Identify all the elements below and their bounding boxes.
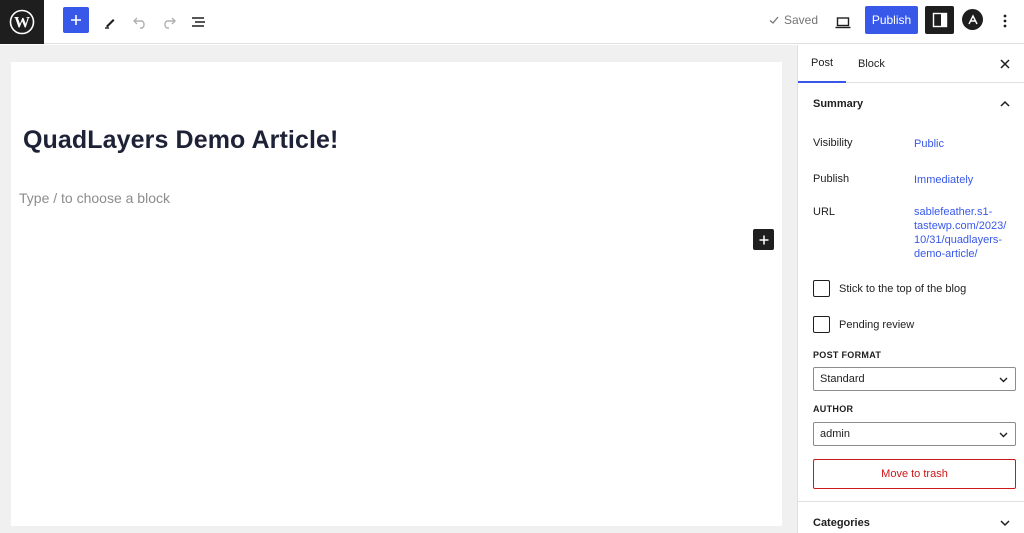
post-format-label: POST FORMAT — [813, 350, 882, 360]
tab-block[interactable]: Block — [858, 45, 885, 83]
saved-label: Saved — [784, 13, 819, 27]
publish-date-value[interactable]: Immediately — [914, 173, 973, 187]
wordpress-logo-icon[interactable]: W — [0, 0, 44, 44]
stick-to-top-label[interactable]: Stick to the top of the blog — [839, 283, 966, 295]
settings-icon — [932, 12, 947, 28]
preview-button[interactable] — [829, 8, 857, 36]
visibility-value[interactable]: Public — [914, 137, 944, 151]
editor-header: W Saved Publish — [0, 0, 1024, 44]
post-format-select[interactable]: Standard — [813, 367, 1016, 391]
url-label: URL — [813, 206, 836, 218]
chevron-down-icon — [999, 432, 1008, 438]
url-line: sablefeather.s1- — [914, 206, 993, 218]
close-sidebar-button[interactable] — [997, 56, 1013, 72]
astra-settings-button[interactable] — [962, 9, 983, 30]
chevron-down-icon — [999, 377, 1008, 383]
settings-button[interactable] — [925, 6, 954, 34]
pencil-icon — [105, 19, 115, 29]
list-view-icon — [192, 17, 205, 27]
summary-panel-title[interactable]: Summary — [813, 98, 863, 110]
pending-review-label[interactable]: Pending review — [839, 319, 914, 331]
author-select[interactable]: admin — [813, 422, 1016, 446]
pending-review-checkbox[interactable] — [813, 316, 830, 333]
sidebar-tabs: Post Block — [798, 45, 1024, 83]
add-block-button[interactable] — [63, 7, 89, 33]
post-title[interactable]: QuadLayers Demo Article! — [23, 126, 338, 155]
publish-label: Publish — [813, 173, 850, 185]
more-vertical-icon — [1003, 14, 1007, 28]
redo-icon — [164, 17, 176, 29]
desktop-preview-icon — [835, 16, 851, 28]
url-line: demo-article/ — [914, 248, 978, 260]
chevron-up-icon[interactable] — [998, 97, 1012, 111]
list-view-button[interactable] — [185, 8, 213, 36]
undo-icon — [133, 17, 145, 29]
author-label: AUTHOR — [813, 404, 854, 414]
save-status: Saved — [768, 13, 818, 27]
plus-icon — [71, 15, 81, 25]
url-line: tastewp.com/2023/ — [914, 220, 1007, 232]
post-format-value: Standard — [820, 373, 865, 385]
redo-button[interactable] — [155, 8, 183, 36]
move-to-trash-button[interactable]: Move to trash — [813, 459, 1016, 489]
editor-canvas[interactable]: QuadLayers Demo Article! Type / to choos… — [11, 62, 782, 526]
url-value[interactable]: sablefeather.s1- tastewp.com/2023/ 10/31… — [914, 205, 1006, 261]
astra-icon — [967, 13, 978, 24]
categories-panel-title[interactable]: Categories — [813, 517, 870, 529]
url-line: 10/31/quadlayers- — [914, 234, 1003, 246]
undo-button[interactable] — [126, 8, 154, 36]
options-button[interactable] — [995, 8, 1015, 34]
check-icon — [769, 16, 779, 24]
block-placeholder[interactable]: Type / to choose a block — [19, 190, 170, 206]
settings-sidebar: Post Block Summary Visibility Public Pub… — [797, 45, 1024, 533]
publish-button[interactable]: Publish — [865, 6, 918, 34]
tab-post[interactable]: Post — [798, 45, 846, 83]
svg-text:W: W — [14, 15, 30, 32]
close-icon — [1000, 59, 1010, 69]
author-value: admin — [820, 428, 850, 440]
tools-button[interactable] — [96, 8, 124, 36]
inline-add-block-button[interactable] — [753, 229, 774, 250]
stick-to-top-checkbox[interactable] — [813, 280, 830, 297]
editor-canvas-area: QuadLayers Demo Article! Type / to choos… — [0, 45, 797, 533]
visibility-label: Visibility — [813, 137, 853, 149]
plus-icon — [759, 235, 768, 244]
chevron-down-icon[interactable] — [998, 516, 1012, 530]
panel-divider — [798, 501, 1024, 502]
